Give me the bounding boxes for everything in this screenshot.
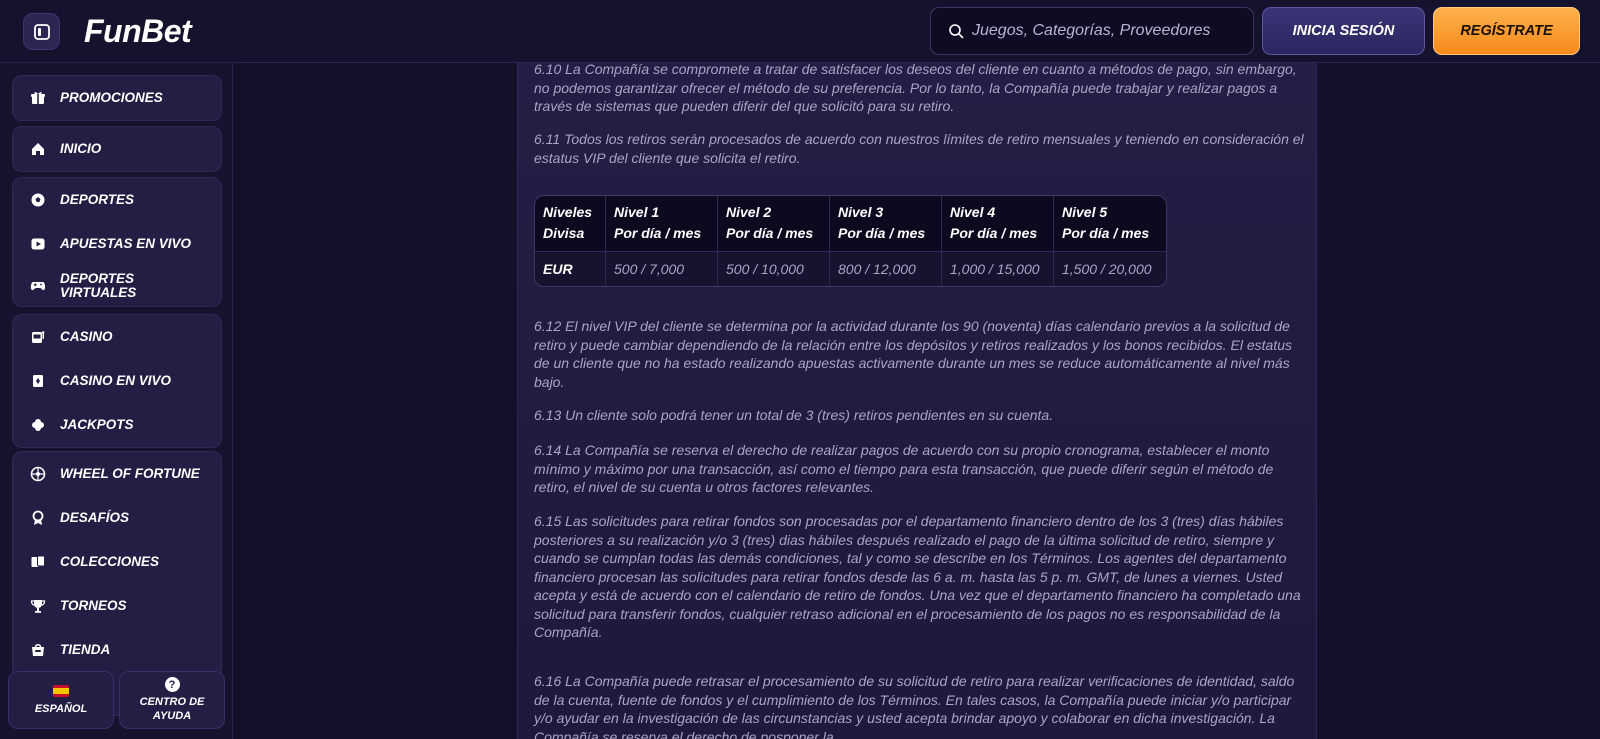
sidebar-item-torneos[interactable]: TORNEOS bbox=[13, 584, 221, 628]
shop-icon bbox=[29, 641, 47, 659]
sidebar-item-promociones[interactable]: PROMOCIONES bbox=[13, 76, 221, 120]
header-line-2: Por día / mes bbox=[1062, 225, 1150, 241]
sidebar-item-desafios[interactable]: DESAFÍOS bbox=[13, 496, 221, 540]
header-line-1: Nivel 5 bbox=[1062, 204, 1108, 220]
terms-paragraph-6-11: 6.11 Todos los retiros serán procesados … bbox=[534, 131, 1304, 166]
home-icon bbox=[29, 140, 47, 158]
header-line-1: Nivel 2 bbox=[726, 204, 772, 220]
sidebar-item-label: CASINO bbox=[60, 329, 113, 344]
language-label: ESPAÑOL bbox=[34, 702, 88, 715]
table-cell: 1,000 / 15,000 bbox=[942, 251, 1054, 286]
header-line-1: Nivel 4 bbox=[950, 204, 996, 220]
table-cell: 500 / 7,000 bbox=[606, 251, 718, 286]
sidebar-item-label: APUESTAS EN VIVO bbox=[60, 236, 192, 251]
help-label-line-1: CENTRO DE bbox=[139, 696, 205, 708]
header-line-2: Divisa bbox=[543, 225, 585, 241]
trophy-icon bbox=[29, 597, 47, 615]
terms-paragraph-6-13: 6.13 Un cliente solo podrá tener un tota… bbox=[534, 407, 1054, 423]
table-header-cell: Niveles Divisa bbox=[535, 196, 606, 251]
header-line-2: Por día / mes bbox=[838, 225, 926, 241]
sidebar-item-label: COLECCIONES bbox=[60, 554, 160, 569]
sidebar-item-label: DEPORTES bbox=[60, 192, 135, 207]
sidebar-item-label: PROMOCIONES bbox=[60, 90, 163, 105]
table-cell: 1,500 / 20,000 bbox=[1054, 251, 1166, 286]
sidebar-item-inicio[interactable]: INICIO bbox=[13, 127, 221, 171]
header-line-2: Por día / mes bbox=[614, 225, 702, 241]
collection-cards-icon bbox=[29, 553, 47, 571]
nav-group-casino: CASINO CASINO EN VIVO JACKPOTS bbox=[12, 314, 222, 448]
header-line-1: Nivel 3 bbox=[838, 204, 884, 220]
sidebar-item-casino[interactable]: CASINO bbox=[13, 315, 221, 359]
sidebar-item-deportes[interactable]: DEPORTES bbox=[13, 178, 221, 222]
soccer-ball-icon bbox=[29, 191, 47, 209]
table-header-cell: Nivel 5 Por día / mes bbox=[1054, 196, 1166, 251]
sidebar-item-label: CASINO EN VIVO bbox=[60, 373, 172, 388]
gift-icon bbox=[29, 89, 47, 107]
sidebar-item-label: TORNEOS bbox=[60, 598, 127, 613]
cards-icon bbox=[29, 372, 47, 390]
table-header-cell: Nivel 1 Por día / mes bbox=[606, 196, 718, 251]
header-line-1: Nivel 1 bbox=[614, 204, 660, 220]
sidebar-toggle-button[interactable] bbox=[23, 13, 60, 50]
header-line-1: Niveles bbox=[543, 204, 593, 220]
sidebar-item-wheel-of-fortune[interactable]: WHEEL OF FORTUNE bbox=[13, 452, 221, 496]
header-line-2: Por día / mes bbox=[950, 225, 1038, 241]
table-header-cell: Nivel 3 Por día / mes bbox=[830, 196, 942, 251]
nav-group-home: INICIO bbox=[12, 126, 222, 172]
sidebar-item-label: DESAFÍOS bbox=[60, 510, 130, 525]
terms-paragraph-6-12: 6.12 El nivel VIP del cliente se determi… bbox=[534, 318, 1292, 390]
live-play-icon bbox=[29, 235, 47, 253]
search-icon bbox=[949, 24, 964, 39]
search-input[interactable] bbox=[972, 22, 1242, 40]
nav-group-sports: DEPORTES APUESTAS EN VIVO DEPORTES VIRTU… bbox=[12, 177, 222, 307]
sidebar-item-jackpots[interactable]: JACKPOTS bbox=[13, 403, 221, 447]
top-header: FunBet INICIA SESIÓN REGÍSTRATE bbox=[0, 0, 1600, 63]
search-box[interactable] bbox=[930, 7, 1254, 55]
sidebar-item-label: JACKPOTS bbox=[60, 417, 134, 432]
clover-icon bbox=[29, 416, 47, 434]
table-row: EUR 500 / 7,000 500 / 10,000 800 / 12,00… bbox=[535, 251, 1166, 286]
spain-flag-icon bbox=[53, 684, 69, 697]
sidebar-item-casino-en-vivo[interactable]: CASINO EN VIVO bbox=[13, 359, 221, 403]
help-question-icon: ? bbox=[164, 677, 180, 692]
terms-paragraph-6-14: 6.14 La Compañía se reserva el derecho d… bbox=[534, 442, 1274, 495]
terms-paragraph-6-10: 6.10 La Compañía se compromete a tratar … bbox=[534, 61, 1297, 114]
language-button[interactable]: ESPAÑOL bbox=[8, 671, 114, 729]
sidebar-item-label: INICIO bbox=[60, 141, 102, 156]
help-label-line-2: AYUDA bbox=[152, 710, 192, 722]
sidebar: PROMOCIONES INICIO DEPORTES APUESTAS EN … bbox=[0, 63, 233, 739]
table-header-cell: Nivel 2 Por día / mes bbox=[718, 196, 830, 251]
table-header-cell: Nivel 4 Por día / mes bbox=[942, 196, 1054, 251]
slot-machine-icon bbox=[29, 328, 47, 346]
sidebar-item-label: DEPORTES VIRTUALES bbox=[60, 271, 137, 300]
gamepad-icon bbox=[29, 277, 47, 295]
sidebar-item-label: WHEEL OF FORTUNE bbox=[60, 466, 200, 481]
terms-paragraph-6-16: 6.16 La Compañía puede retrasar el proce… bbox=[534, 673, 1295, 739]
table-cell: 500 / 10,000 bbox=[718, 251, 830, 286]
login-button[interactable]: INICIA SESIÓN bbox=[1262, 7, 1425, 55]
sidebar-item-apuestas-en-vivo[interactable]: APUESTAS EN VIVO bbox=[13, 222, 221, 266]
register-button[interactable]: REGÍSTRATE bbox=[1433, 7, 1580, 55]
table-cell: 800 / 12,000 bbox=[830, 251, 942, 286]
header-line-2: Por día / mes bbox=[726, 225, 814, 241]
sidebar-item-colecciones[interactable]: COLECCIONES bbox=[13, 540, 221, 584]
table-cell-currency: EUR bbox=[535, 251, 606, 286]
terms-paragraph-6-15: 6.15 Las solicitudes para retirar fondos… bbox=[534, 513, 1301, 640]
medal-icon bbox=[29, 509, 47, 527]
nav-group-promotions: PROMOCIONES bbox=[12, 75, 222, 121]
wheel-icon bbox=[29, 465, 47, 483]
funbet-logo[interactable]: FunBet bbox=[84, 12, 192, 50]
sidebar-item-label: TIENDA bbox=[60, 642, 111, 657]
sidebar-item-deportes-virtuales[interactable]: DEPORTES VIRTUALES bbox=[13, 266, 221, 306]
sidebar-toggle-icon bbox=[33, 23, 50, 40]
sidebar-item-tienda[interactable]: TIENDA bbox=[13, 628, 221, 672]
help-center-button[interactable]: ? CENTRO DE AYUDA bbox=[119, 671, 225, 729]
vip-withdrawal-limits-table: Niveles Divisa Nivel 1 Por día / mes Niv… bbox=[534, 195, 1167, 287]
table-header-row: Niveles Divisa Nivel 1 Por día / mes Niv… bbox=[535, 196, 1166, 251]
